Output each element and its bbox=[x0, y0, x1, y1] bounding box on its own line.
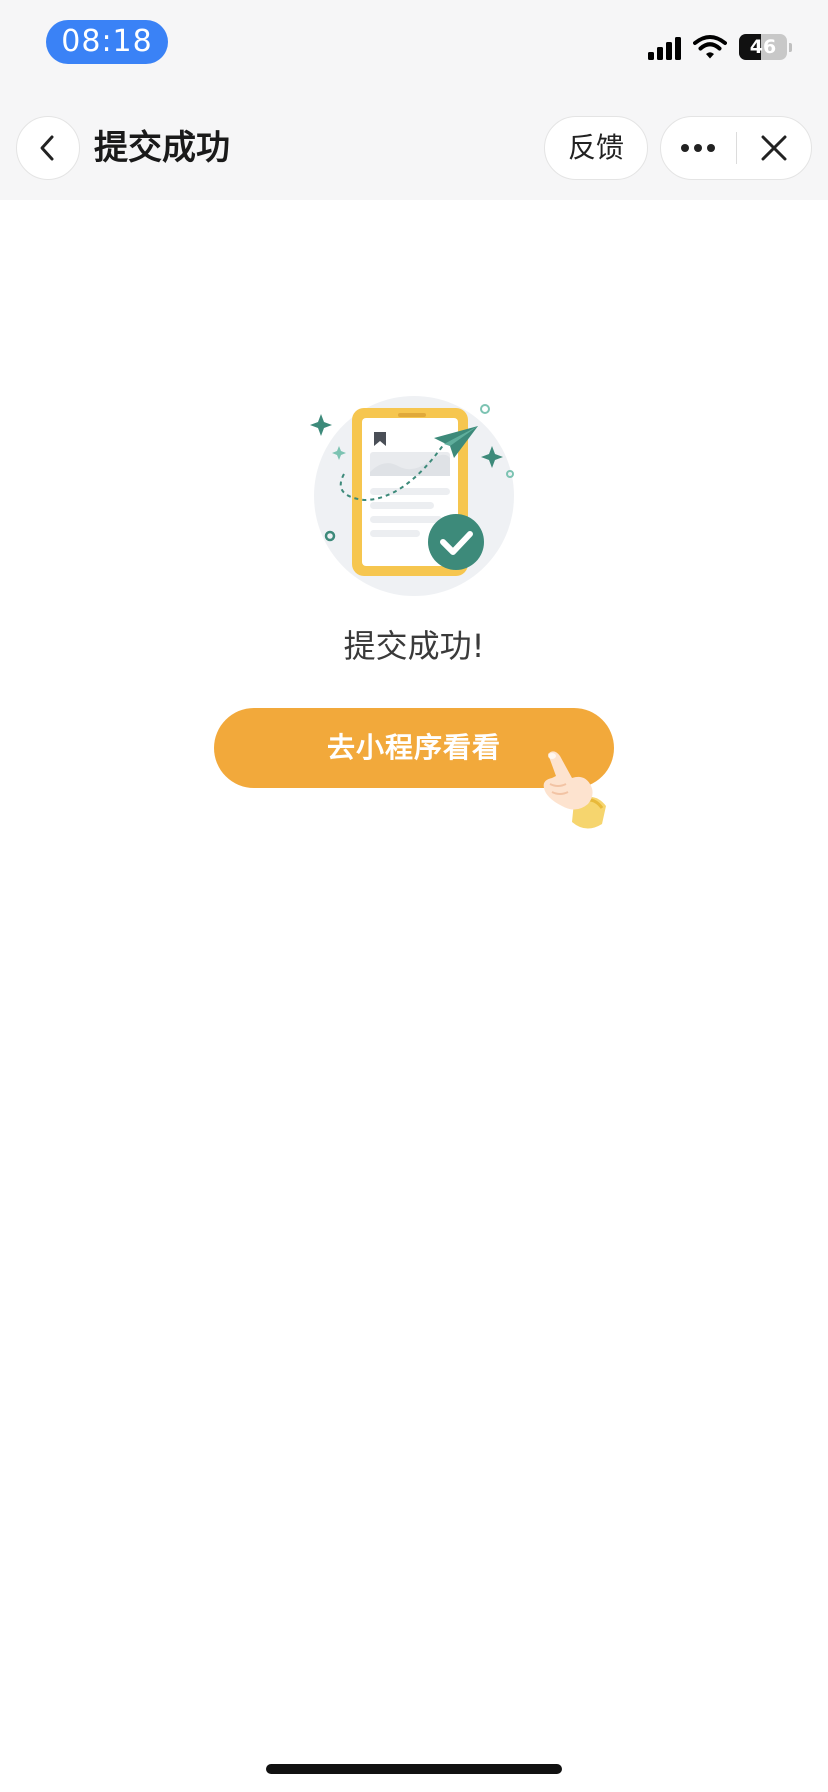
back-icon bbox=[40, 135, 54, 161]
menu-capsule bbox=[660, 116, 812, 180]
more-icon bbox=[681, 144, 716, 152]
close-icon bbox=[761, 135, 787, 161]
battery-level: 46 bbox=[749, 36, 777, 58]
close-button[interactable] bbox=[737, 117, 812, 179]
wifi-icon bbox=[693, 35, 727, 59]
feedback-button[interactable]: 反馈 bbox=[544, 116, 648, 180]
home-indicator bbox=[266, 1764, 562, 1774]
battery-nub bbox=[789, 42, 792, 52]
result-message: 提交成功! bbox=[343, 627, 485, 665]
pointing-hand-icon bbox=[543, 751, 606, 829]
status-time: 08:18 bbox=[46, 20, 168, 64]
status-icons: 46 bbox=[648, 30, 792, 64]
document-sent-success-illustration bbox=[310, 396, 514, 596]
more-button[interactable] bbox=[661, 117, 736, 179]
back-button[interactable] bbox=[16, 116, 80, 180]
header-area: 08:18 46 提交成功 反馈 bbox=[0, 0, 828, 200]
signal-icon bbox=[648, 34, 681, 60]
page-title: 提交成功 bbox=[94, 128, 230, 168]
screen: 08:18 46 提交成功 反馈 提交成功! 去小程序看看 bbox=[0, 0, 828, 1792]
battery-icon: 46 bbox=[739, 34, 787, 60]
